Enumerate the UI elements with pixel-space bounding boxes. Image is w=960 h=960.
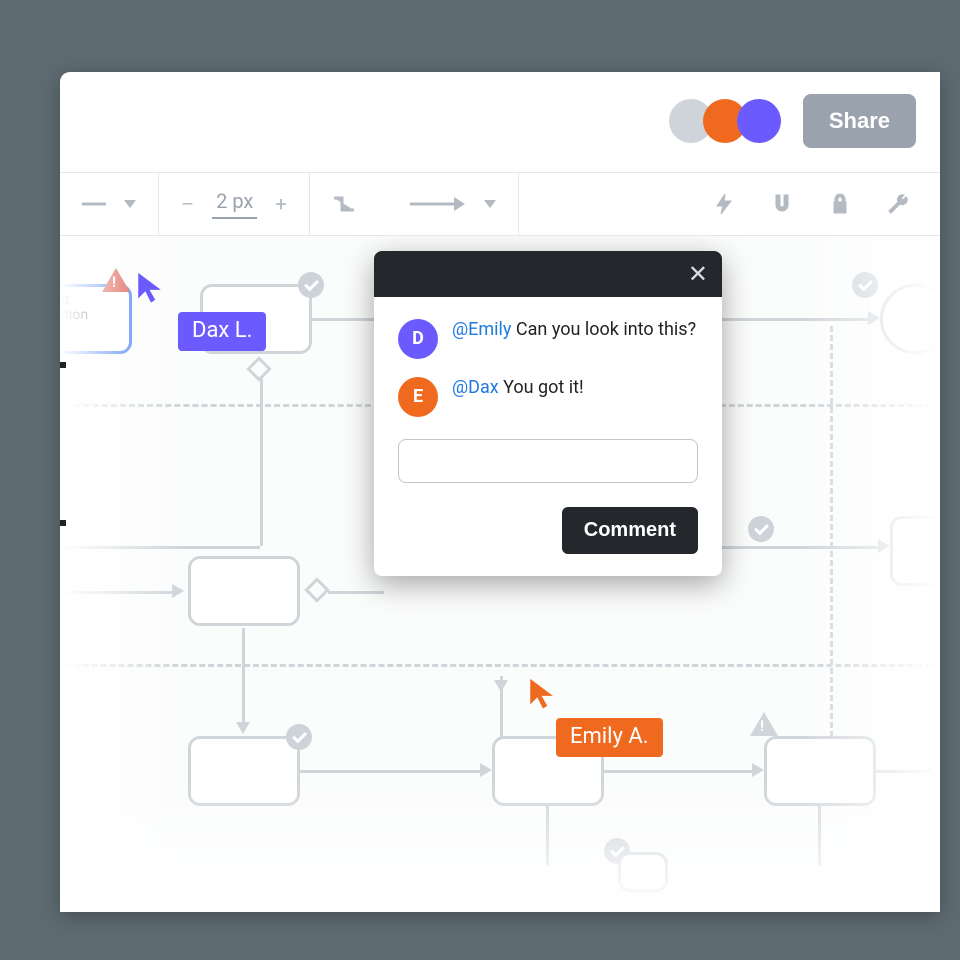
connector-section [310,173,518,235]
diagram-node[interactable] [188,736,300,806]
comment-message: E @Dax You got it! [398,377,698,417]
chevron-down-icon[interactable] [484,200,496,208]
arrow-right-icon[interactable] [410,192,466,216]
toolbar-right [682,192,940,216]
minus-button[interactable]: – [181,192,194,216]
lightning-icon[interactable] [712,192,736,216]
comment-submit-button[interactable]: Comment [562,507,698,554]
toolbar: – 2 px + [60,172,940,236]
comment-text: You got it! [499,377,584,398]
diagram-canvas[interactable]: roduct figuration ! [60,236,940,912]
comment-text: Can you look into this? [511,319,696,340]
check-icon [748,516,774,542]
comment-input[interactable] [398,439,698,483]
check-icon [286,724,312,750]
line-style-icon[interactable] [82,192,106,216]
plus-button[interactable]: + [275,192,286,216]
collaborator-avatars[interactable] [679,99,781,143]
elbow-connector-icon[interactable] [332,192,356,216]
wrench-icon[interactable] [886,192,910,216]
avatar[interactable] [737,99,781,143]
collaborator-label-dax: Dax L. [178,312,266,351]
comment-popover: ✕ D @Emily Can you look into this? E @Da… [374,251,722,576]
lock-icon[interactable] [828,192,852,216]
diagram-node[interactable] [890,516,940,586]
diamond-icon [926,757,940,782]
diagram-node-selected[interactable]: roduct figuration [60,284,132,354]
collaborator-label-emily: Emily A. [556,718,663,757]
collaborator-cursor-emily [526,676,560,710]
chevron-down-icon[interactable] [124,200,136,208]
node-label: roduct figuration [60,287,129,330]
check-icon [852,272,878,298]
warning-icon[interactable]: ! [102,268,130,292]
avatar-initial: D [398,319,438,359]
line-style-section [60,173,158,235]
topbar: Share [679,94,916,148]
warning-icon: ! [750,712,778,736]
check-icon [298,272,324,298]
collaborator-cursor-dax [134,270,168,304]
app-window: Share – 2 px + [60,72,940,912]
stroke-width-value[interactable]: 2 px [212,189,257,219]
diamond-icon [304,577,329,602]
close-icon[interactable]: ✕ [688,262,708,286]
avatar-initial: E [398,377,438,417]
diagram-node[interactable] [188,556,300,626]
share-button[interactable]: Share [803,94,916,148]
stroke-width-section: – 2 px + [159,173,309,235]
diagram-node[interactable] [618,852,668,892]
mention[interactable]: @Dax [452,377,499,398]
diagram-node[interactable] [880,284,940,354]
diagram-node[interactable] [764,736,876,806]
popover-header: ✕ [374,251,722,297]
diamond-icon [246,356,271,381]
mention[interactable]: @Emily [452,319,511,340]
magnet-icon[interactable] [770,192,794,216]
comment-message: D @Emily Can you look into this? [398,319,698,359]
